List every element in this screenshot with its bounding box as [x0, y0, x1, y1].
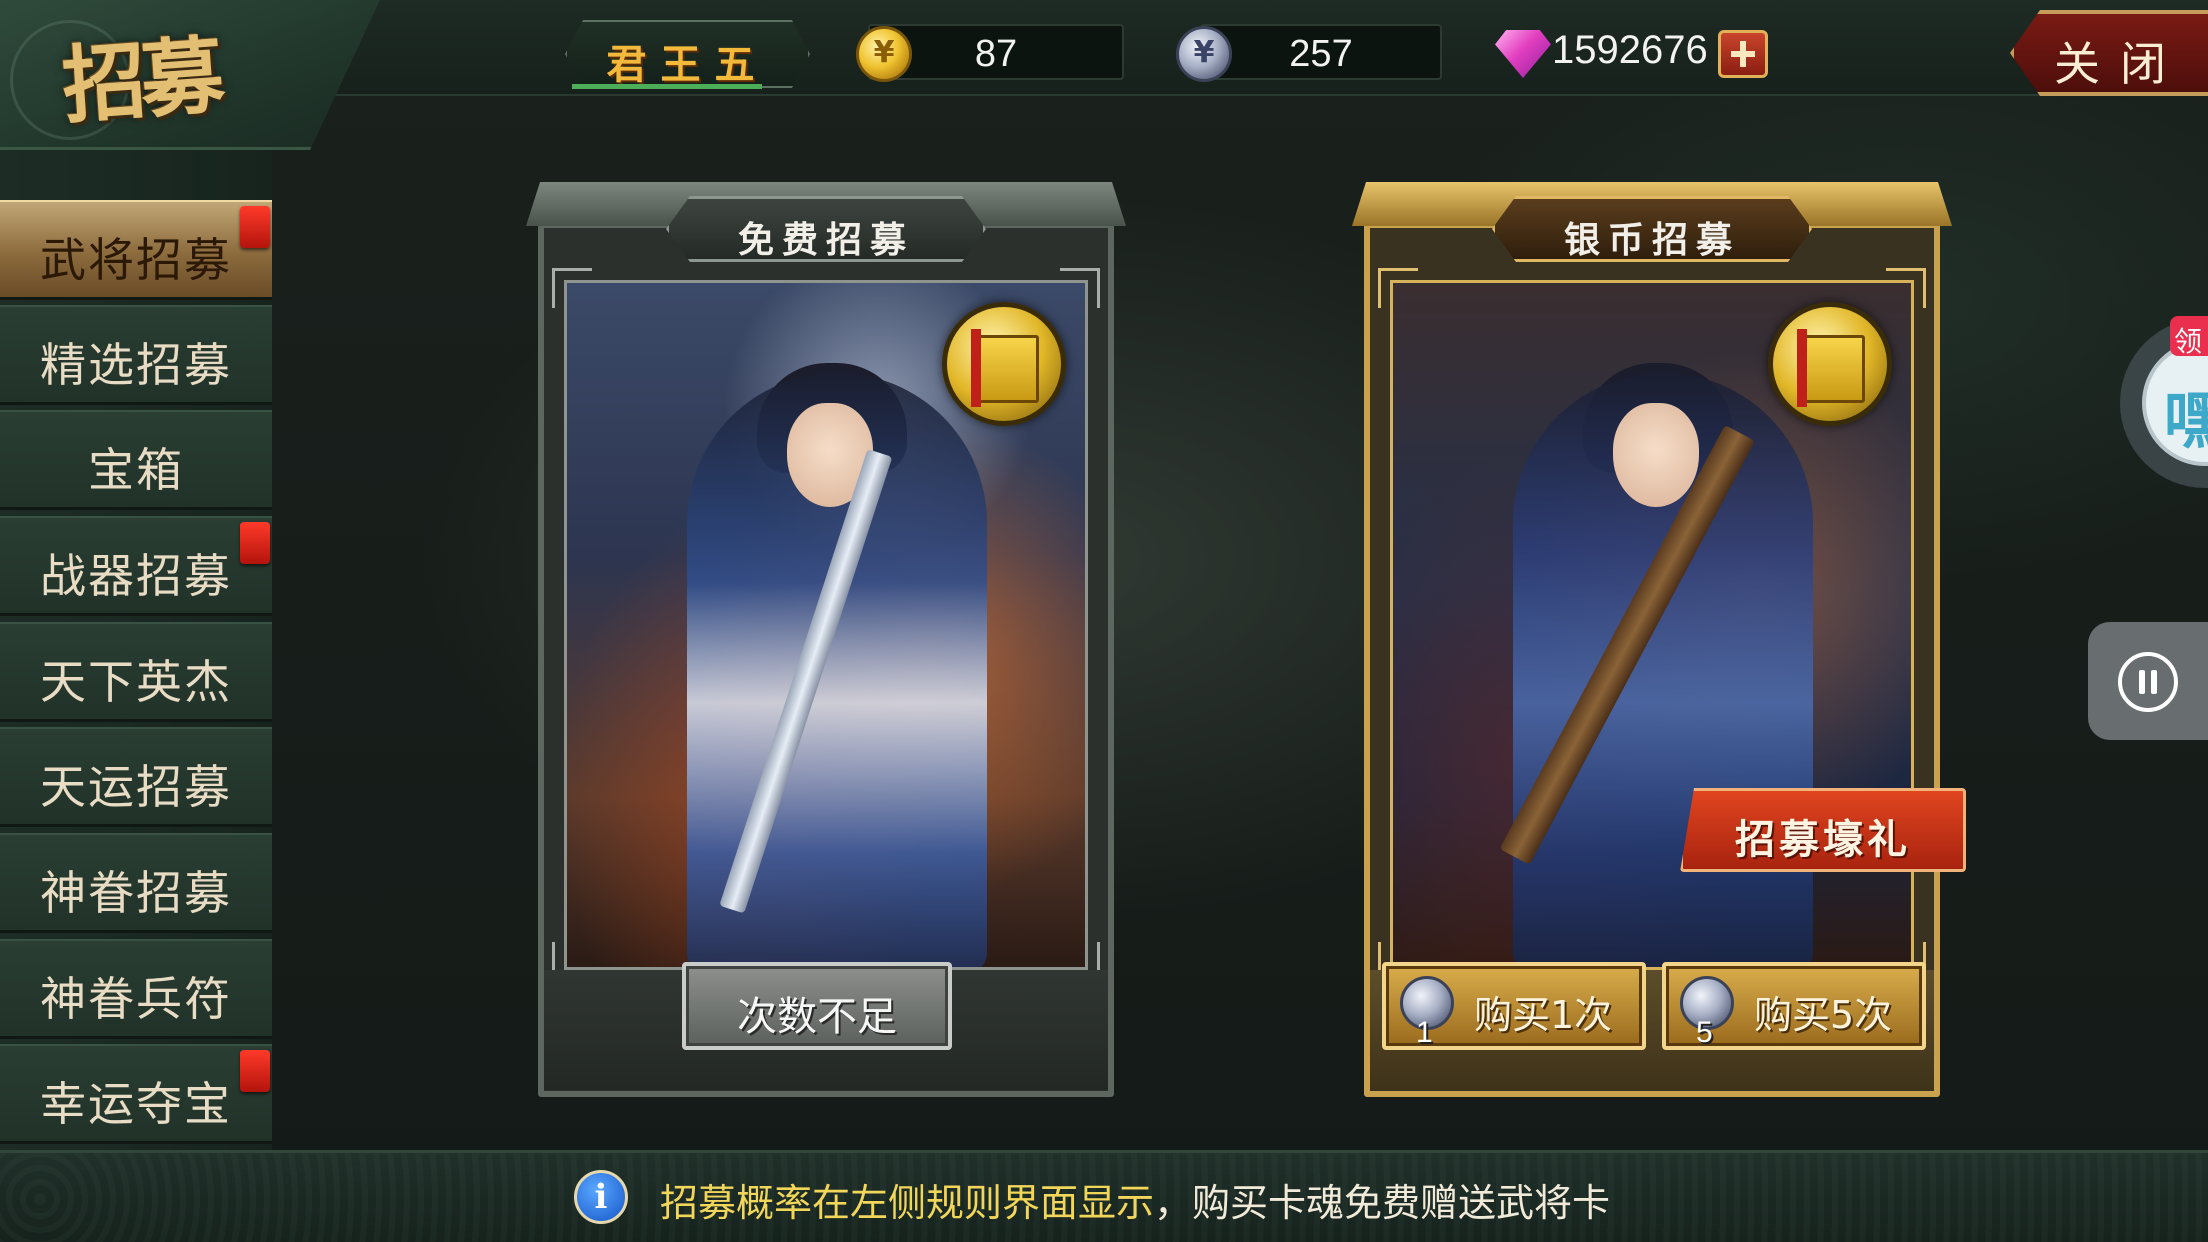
sidebar-item-label: 神眷兵符 [40, 972, 232, 1026]
silver-amount: 257 [1289, 33, 1353, 75]
info-text: 招募概率在左侧规则界面显示，购买卡魂免费赠送武将卡 [660, 1172, 1610, 1227]
sidebar-item-label: 天运招募 [40, 760, 232, 814]
gem-amount: 1592676 [1552, 28, 1708, 72]
gold-coin-icon [856, 26, 912, 82]
sidebar-item-label: 武将招募 [40, 233, 232, 287]
info-rest: ，购买卡魂免费赠送武将卡 [1154, 1181, 1611, 1225]
ribbon-icon [1797, 329, 1807, 407]
card-title: 银币招募 [1563, 219, 1740, 261]
sidebar-item-treasure-chest[interactable]: 宝箱 [0, 410, 272, 510]
sidebar-item-general-recruit[interactable]: 武将招募 [0, 200, 272, 300]
assistant-glyph: 嘿 [2164, 384, 2208, 457]
buy-once-button[interactable]: 1 购买1次 [1382, 962, 1646, 1050]
close-label: 关闭 [2054, 37, 2186, 91]
vip-progress-bar [572, 84, 762, 89]
info-highlight: 招募概率在左侧规则界面显示 [660, 1181, 1155, 1225]
corner-ornament-icon [552, 268, 592, 308]
corner-ornament-icon [1060, 268, 1100, 308]
vip-badge[interactable]: 君王五 [565, 20, 810, 88]
card-title-plate: 免费招募 [666, 196, 986, 262]
button-label: 次数不足 [737, 994, 897, 1040]
silver-coin-icon [1176, 26, 1232, 82]
sidebar-item-label: 神眷招募 [40, 866, 232, 920]
gift-banner-label: 招募壕礼 [1735, 816, 1911, 863]
card-title: 免费招募 [737, 219, 914, 261]
sidebar-item-divine-recruit[interactable]: 神眷招募 [0, 833, 272, 933]
pause-button[interactable] [2088, 622, 2208, 740]
book-icon [1803, 335, 1865, 403]
sidebar: 武将招募 精选招募 宝箱 战器招募 天下英杰 天运招募 神眷招募 神眷兵符 幸运… [0, 150, 272, 1150]
claim-tag[interactable]: 领 [2170, 316, 2208, 358]
sidebar-item-featured-recruit[interactable]: 精选招募 [0, 305, 272, 405]
ribbon-icon [971, 329, 981, 407]
free-recruit-card: 免费招募 次数不足 [526, 182, 1126, 1097]
sidebar-item-label: 精选招募 [40, 338, 232, 392]
card-book-icon [1768, 302, 1892, 426]
card-title-plate: 银币招募 [1492, 196, 1812, 262]
sidebar-item-divine-tally[interactable]: 神眷兵符 [0, 939, 272, 1039]
corner-ornament-icon [1886, 268, 1926, 308]
notice-badge [240, 206, 270, 248]
claim-tag-label: 领 [2174, 325, 2203, 358]
close-button[interactable]: 关闭 [2010, 10, 2208, 96]
buy-five-cost: 5 [1696, 1016, 1713, 1049]
info-icon[interactable] [574, 1170, 628, 1224]
buy-five-label: 购买5次 [1754, 993, 1893, 1037]
page-title: 招募 [59, 25, 222, 136]
sidebar-item-label: 战器招募 [40, 549, 232, 603]
buy-five-button[interactable]: 5 购买5次 [1662, 962, 1926, 1050]
buy-once-label: 购买1次 [1474, 993, 1613, 1037]
sidebar-item-weapon-recruit[interactable]: 战器招募 [0, 516, 272, 616]
corner-ornament-icon [1378, 268, 1418, 308]
silver-recruit-card: 招募壕礼 银币招募 1 购买1次 5 购买5次 [1352, 182, 1966, 1097]
sidebar-item-label: 天下英杰 [40, 655, 232, 709]
add-gems-button[interactable] [1718, 30, 1768, 78]
sidebar-item-label: 宝箱 [88, 443, 184, 497]
sidebar-item-fortune-recruit[interactable]: 天运招募 [0, 727, 272, 827]
notice-badge [240, 522, 270, 564]
free-recruit-button[interactable]: 次数不足 [682, 962, 952, 1050]
hero-face [1613, 403, 1699, 507]
notice-badge [240, 1050, 270, 1092]
pause-icon [2118, 652, 2178, 712]
silver-currency-box: 257 [1200, 24, 1442, 80]
vip-label: 君王五 [606, 41, 769, 88]
recruit-gift-banner[interactable]: 招募壕礼 [1680, 788, 1966, 872]
book-icon [977, 335, 1039, 403]
sidebar-item-label: 幸运夺宝 [40, 1077, 232, 1131]
sidebar-item-heroes[interactable]: 天下英杰 [0, 622, 272, 722]
card-book-icon [942, 302, 1066, 426]
buy-once-cost: 1 [1416, 1016, 1433, 1049]
sidebar-item-lucky-treasure[interactable]: 幸运夺宝 [0, 1044, 272, 1144]
